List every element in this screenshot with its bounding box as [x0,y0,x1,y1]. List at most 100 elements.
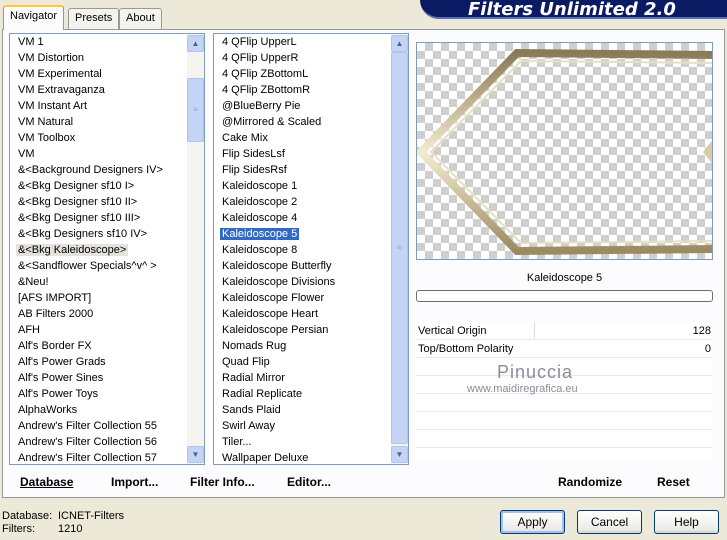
scroll-up-icon[interactable]: ▲ [391,35,408,52]
filter-item[interactable]: 4 QFlip UpperR [214,50,408,66]
scroll-down-icon[interactable]: ▼ [187,446,204,463]
category-item[interactable]: &Neu! [10,274,204,290]
category-item[interactable]: VM Extravaganza [10,82,204,98]
item-label: Flip SidesLsf [222,148,285,160]
category-item[interactable]: VM Experimental [10,66,204,82]
param-row[interactable]: Vertical Origin 128 [416,322,713,340]
item-label: VM Extravaganza [18,84,105,96]
database-button[interactable]: Database [20,475,73,489]
scroll-down-icon[interactable]: ▼ [391,446,408,463]
category-item[interactable]: VM 1 [10,34,204,50]
category-item[interactable]: &<Sandflower Specials^v^ > [10,258,204,274]
filter-scrollbar[interactable]: ▲ ≡ ▼ [391,34,408,464]
item-label: &Neu! [18,276,49,288]
filter-item[interactable]: Flip SidesRsf [214,162,408,178]
filter-item[interactable]: 4 QFlip UpperL [214,34,408,50]
filter-item[interactable]: Radial Mirror [214,370,408,386]
category-item[interactable]: &<Bkg Designer sf10 I> [10,178,204,194]
filter-item[interactable]: Kaleidoscope Divisions [214,274,408,290]
category-item[interactable]: Andrew's Filter Collection 56 [10,434,204,450]
scroll-thumb[interactable]: ≡ [391,52,408,444]
category-item[interactable]: Andrew's Filter Collection 55 [10,418,204,434]
filter-item[interactable]: Kaleidoscope 4 [214,210,408,226]
item-label: AB Filters 2000 [18,308,94,320]
category-item[interactable]: [AFS IMPORT] [10,290,204,306]
item-label: VM Experimental [18,68,102,80]
param-value[interactable]: 128 [693,322,711,340]
tab-navigator[interactable]: Navigator [3,5,65,30]
category-item[interactable]: Alf's Power Toys [10,386,204,402]
help-button[interactable]: Help [654,510,719,534]
category-item[interactable]: &<Bkg Kaleidoscope> [10,242,204,258]
filter-item[interactable]: Radial Replicate [214,386,408,402]
filter-item[interactable]: @Mirrored & Scaled [214,114,408,130]
category-item[interactable]: AFH [10,322,204,338]
param-row[interactable]: Top/Bottom Polarity 0 [416,340,713,358]
item-label: AFH [18,324,40,336]
import-button[interactable]: Import... [111,475,158,489]
category-item[interactable]: &<Bkg Designer sf10 II> [10,194,204,210]
filter-item[interactable]: Kaleidoscope 1 [214,178,408,194]
filters-count: 1210 [58,523,83,535]
item-label: Sands Plaid [222,404,281,416]
app-title-banner: Filters Unlimited 2.0 [420,0,727,19]
category-items: VM 1 VM Distortion VM Experimental VM Extra… [10,34,204,464]
category-item[interactable]: Alf's Power Sines [10,370,204,386]
filter-list[interactable]: 4 QFlip UpperL 4 QFlip UpperR 4 QFlip ZBot… [213,33,409,465]
filter-item[interactable]: Quad Flip [214,354,408,370]
filter-item[interactable]: Tiler... [214,434,408,450]
category-item[interactable]: VM Toolbox [10,130,204,146]
category-item[interactable]: Alf's Border FX [10,338,204,354]
filter-item[interactable]: Sands Plaid [214,402,408,418]
item-label: &<Bkg Designer sf10 II> [18,196,138,208]
filter-item[interactable]: Kaleidoscope Persian [214,322,408,338]
filter-item[interactable]: @BlueBerry Pie [214,98,408,114]
category-item[interactable]: VM Natural [10,114,204,130]
item-label: &<Background Designers IV> [18,164,163,176]
filter-item[interactable]: Kaleidoscope Flower [214,290,408,306]
category-item[interactable]: AB Filters 2000 [10,306,204,322]
category-item[interactable]: AlphaWorks [10,402,204,418]
item-label: VM Distortion [18,52,85,64]
filter-item[interactable]: Nomads Rug [214,338,408,354]
item-label: Wallpaper Deluxe [222,452,309,464]
filter-item[interactable]: Flip SidesLsf [214,146,408,162]
item-label: Alf's Power Sines [18,372,104,384]
editor-button[interactable]: Editor... [287,475,331,489]
category-item[interactable]: VM Distortion [10,50,204,66]
cancel-button[interactable]: Cancel [577,510,642,534]
scroll-thumb[interactable]: ≡ [187,78,204,142]
filter-item[interactable]: 4 QFlip ZBottomL [214,66,408,82]
reset-button[interactable]: Reset [657,475,690,489]
category-item[interactable]: Alf's Power Grads [10,354,204,370]
category-item[interactable]: VM [10,146,204,162]
param-slider[interactable] [534,322,635,339]
category-item[interactable]: &<Bkg Designer sf10 III> [10,210,204,226]
filter-info-button[interactable]: Filter Info... [190,475,255,489]
filter-item[interactable]: Kaleidoscope Heart [214,306,408,322]
category-scrollbar[interactable]: ▲ ≡ ▼ [187,34,204,464]
kaleidoscope-frame-graphic [417,48,712,256]
param-value[interactable]: 0 [705,340,711,358]
category-item[interactable]: &<Bkg Designers sf10 IV> [10,226,204,242]
tab-presets[interactable]: Presets [68,8,120,29]
category-item[interactable]: VM Instant Art [10,98,204,114]
tab-about[interactable]: About [119,8,162,29]
category-item[interactable]: Andrew's Filter Collection 57 [10,450,204,464]
filter-item[interactable]: Kaleidoscope Butterfly [214,258,408,274]
item-label: 4 QFlip ZBottomL [222,68,309,80]
filter-item[interactable]: Swirl Away [214,418,408,434]
filter-item[interactable]: Kaleidoscope 8 [214,242,408,258]
scroll-up-icon[interactable]: ▲ [187,35,204,52]
randomize-button[interactable]: Randomize [558,475,622,489]
item-label: Alf's Power Grads [18,356,106,368]
item-label: Kaleidoscope Heart [222,308,319,320]
filter-item[interactable]: Kaleidoscope 2 [214,194,408,210]
category-item[interactable]: &<Background Designers IV> [10,162,204,178]
filter-item[interactable]: Kaleidoscope 5 [214,226,408,242]
filter-item[interactable]: 4 QFlip ZBottomR [214,82,408,98]
category-list[interactable]: VM 1 VM Distortion VM Experimental VM Extra… [9,33,205,465]
filter-item[interactable]: Wallpaper Deluxe [214,450,408,464]
filter-item[interactable]: Cake Mix [214,130,408,146]
apply-button[interactable]: Apply [500,510,565,534]
